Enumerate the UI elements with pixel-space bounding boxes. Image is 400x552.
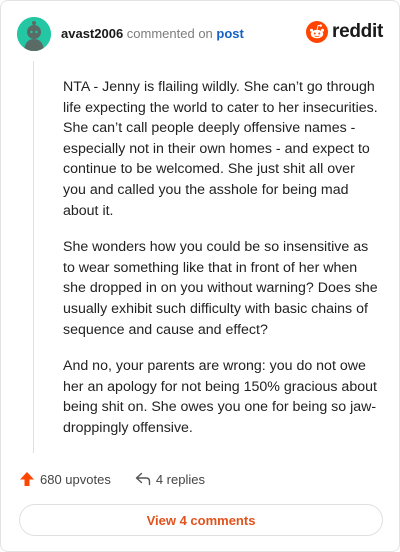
brand-name: reddit [332,21,383,42]
upvote-count: 680 upvotes [40,471,111,487]
reply-arrow-icon [135,472,151,486]
reddit-brand[interactable]: reddit [306,21,383,43]
reply-count: 4 replies [155,471,205,487]
comment-paragraph: NTA - Jenny is flailing wildly. She can’… [63,79,378,219]
reddit-logo-icon [306,21,329,43]
upvote-button[interactable]: 680 upvotes [19,471,111,487]
action-text: commented on [126,26,213,41]
snoo-avatar-icon [17,17,51,51]
thread-line[interactable] [33,61,34,453]
avatar[interactable] [17,17,51,51]
post-link[interactable]: post [216,26,243,41]
comment-body: NTA - Jenny is flailing wildly. She can’… [63,77,379,455]
username-link[interactable]: avast2006 [61,26,123,41]
upvote-arrow-icon [20,472,34,486]
comment-paragraph: She wonders how you could be so insensit… [63,239,378,338]
comment-header: avast2006 commented on post reddit [17,17,383,51]
comment-meta: avast2006 commented on post [61,26,244,42]
comment-paragraph: And no, your parents are wrong: you do n… [63,358,377,436]
reply-button[interactable]: 4 replies [135,472,205,487]
view-comments-button[interactable]: View 4 comments [19,504,383,536]
comment-actions: 680 upvotes 4 replies [19,471,205,487]
comment-card: avast2006 commented on post reddit NTA -… [0,0,400,552]
